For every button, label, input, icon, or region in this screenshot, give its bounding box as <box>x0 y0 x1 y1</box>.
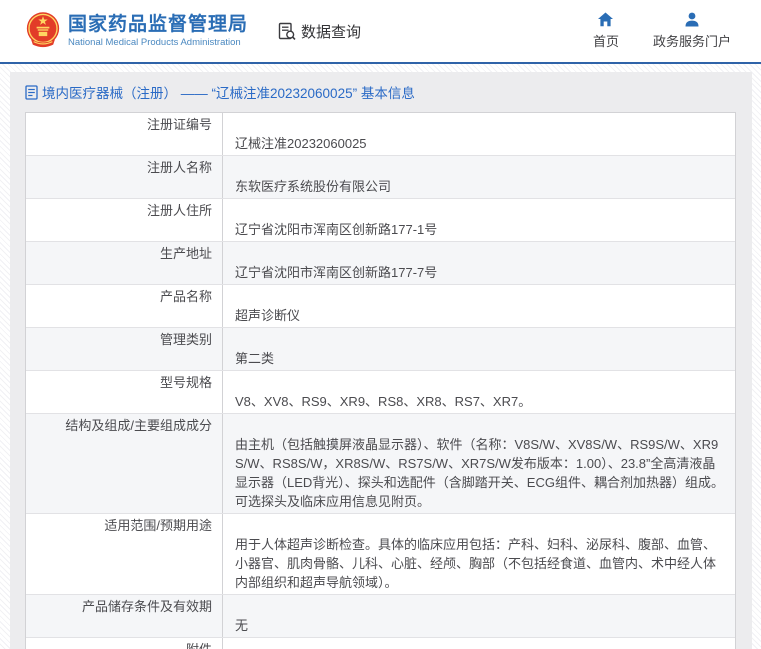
agency-name-en: National Medical Products Administration <box>68 36 241 48</box>
row-value-text: 超声诊断仪 <box>235 308 301 323</box>
row-label: 注册人住所 <box>26 199 223 241</box>
row-value-text: 用于人体超声诊断检查。具体的临床应用包括：产科、妇科、泌尿科、腹部、血管、小器官… <box>235 537 717 590</box>
table-row: 注册人住所 辽宁省沈阳市浑南区创新路177-1号 <box>26 198 735 241</box>
row-label-text: 注册证编号 <box>146 117 212 132</box>
row-label: 适用范围/预期用途 <box>26 514 223 594</box>
agency-name-cn: 国家药品监督管理局 <box>68 13 249 35</box>
content-background: 境内医疗器械（注册） —— “辽械注准20232060025” 基本信息 注册证… <box>0 64 761 649</box>
row-value: 辽械注准20232060025 <box>223 113 735 155</box>
table-row: 注册人名称 东软医疗系统股份有限公司 <box>26 155 735 198</box>
row-value-text: 第二类 <box>235 351 275 366</box>
row-label: 结构及组成/主要组成成分 <box>26 414 223 513</box>
row-label-text: 产品储存条件及有效期 <box>81 599 212 614</box>
row-label: 生产地址 <box>26 242 223 284</box>
row-label: 注册人名称 <box>26 156 223 198</box>
data-query-label: 数据查询 <box>301 23 362 41</box>
table-row: 产品名称 超声诊断仪 <box>26 284 735 327</box>
home-icon <box>598 12 614 27</box>
row-label-text: 管理类别 <box>159 332 212 347</box>
data-query-nav[interactable]: 数据查询 <box>278 21 361 42</box>
table-row: 注册证编号 辽械注准20232060025 <box>26 113 735 155</box>
row-value-text: 辽械注准20232060025 <box>235 136 367 151</box>
row-value: 无 <box>223 595 735 637</box>
nav-portal-label: 政务服务门户 <box>652 34 731 49</box>
site-header: 国家药品监督管理局 National Medical Products Admi… <box>0 0 761 62</box>
nav-home-label: 首页 <box>592 34 619 49</box>
row-label-text: 结构及组成/主要组成成分 <box>65 418 212 433</box>
agency-title: 国家药品监督管理局 National Medical Products Admi… <box>68 14 248 49</box>
row-value-text: 东软医疗系统股份有限公司 <box>235 179 392 194</box>
row-value: 由主机（包括触摸屏液晶显示器）、软件（名称：V8S/W、XV8S/W、RS9S/… <box>223 414 735 513</box>
table-row: 型号规格 V8、XV8、RS9、XR9、RS8、XR8、RS7、XR7。 <box>26 370 735 413</box>
row-value: 产品技术要求 <box>223 638 735 649</box>
row-value: V8、XV8、RS9、XR9、RS8、XR8、RS7、XR7。 <box>223 371 735 413</box>
row-value: 辽宁省沈阳市浑南区创新路177-7号 <box>223 242 735 284</box>
table-row: 附件 产品技术要求 <box>26 637 735 649</box>
row-label-text: 生产地址 <box>159 246 212 261</box>
document-search-icon <box>278 22 296 40</box>
row-value-text: V8、XV8、RS9、XR9、RS8、XR8、RS7、XR7。 <box>235 394 532 409</box>
agency-brand: 国家药品监督管理局 National Medical Products Admi… <box>26 10 248 52</box>
row-label: 型号规格 <box>26 371 223 413</box>
row-value-text: 辽宁省沈阳市浑南区创新路177-1号 <box>235 222 438 237</box>
nav-portal[interactable]: 政务服务门户 <box>653 12 731 50</box>
row-label: 产品储存条件及有效期 <box>26 595 223 637</box>
table-row: 管理类别 第二类 <box>26 327 735 370</box>
row-value: 超声诊断仪 <box>223 285 735 327</box>
row-label: 附件 <box>26 638 223 649</box>
row-label: 产品名称 <box>26 285 223 327</box>
row-value-text: 辽宁省沈阳市浑南区创新路177-7号 <box>235 265 438 280</box>
table-row: 适用范围/预期用途 用于人体超声诊断检查。具体的临床应用包括：产科、妇科、泌尿科… <box>26 513 735 594</box>
row-label-text: 产品名称 <box>159 289 212 304</box>
user-icon <box>685 12 699 27</box>
national-emblem-icon <box>26 12 60 48</box>
info-table: 注册证编号 辽械注准20232060025 注册人名称 东软医疗系统股份有限公司… <box>25 112 736 649</box>
nav-home[interactable]: 首页 <box>593 12 619 50</box>
row-label: 注册证编号 <box>26 113 223 155</box>
row-label-text: 注册人住所 <box>146 203 212 218</box>
content-panel: 境内医疗器械（注册） —— “辽械注准20232060025” 基本信息 注册证… <box>10 72 752 649</box>
table-row: 产品储存条件及有效期 无 <box>26 594 735 637</box>
page: 国家药品监督管理局 National Medical Products Admi… <box>0 0 761 649</box>
table-row: 生产地址 辽宁省沈阳市浑南区创新路177-7号 <box>26 241 735 284</box>
header-nav: 首页 政务服务门户 <box>559 12 731 50</box>
document-icon <box>25 84 38 100</box>
row-label-text: 附件 <box>186 640 212 649</box>
row-label-text: 适用范围/预期用途 <box>104 518 212 533</box>
breadcrumb: 境内医疗器械（注册） —— “辽械注准20232060025” 基本信息 <box>10 72 752 111</box>
row-value-text: 由主机（包括触摸屏液晶显示器）、软件（名称：V8S/W、XV8S/W、RS9S/… <box>235 437 724 509</box>
row-label-text: 注册人名称 <box>146 160 212 175</box>
row-value: 用于人体超声诊断检查。具体的临床应用包括：产科、妇科、泌尿科、腹部、血管、小器官… <box>223 514 735 594</box>
row-value: 东软医疗系统股份有限公司 <box>223 156 735 198</box>
row-label: 管理类别 <box>26 328 223 370</box>
row-label-text: 型号规格 <box>159 375 212 390</box>
table-row: 结构及组成/主要组成成分 由主机（包括触摸屏液晶显示器）、软件（名称：V8S/W… <box>26 413 735 513</box>
row-value: 辽宁省沈阳市浑南区创新路177-1号 <box>223 199 735 241</box>
row-value-text: 无 <box>235 618 249 633</box>
breadcrumb-text: 境内医疗器械（注册） —— “辽械注准20232060025” 基本信息 <box>42 86 415 101</box>
row-value: 第二类 <box>223 328 735 370</box>
